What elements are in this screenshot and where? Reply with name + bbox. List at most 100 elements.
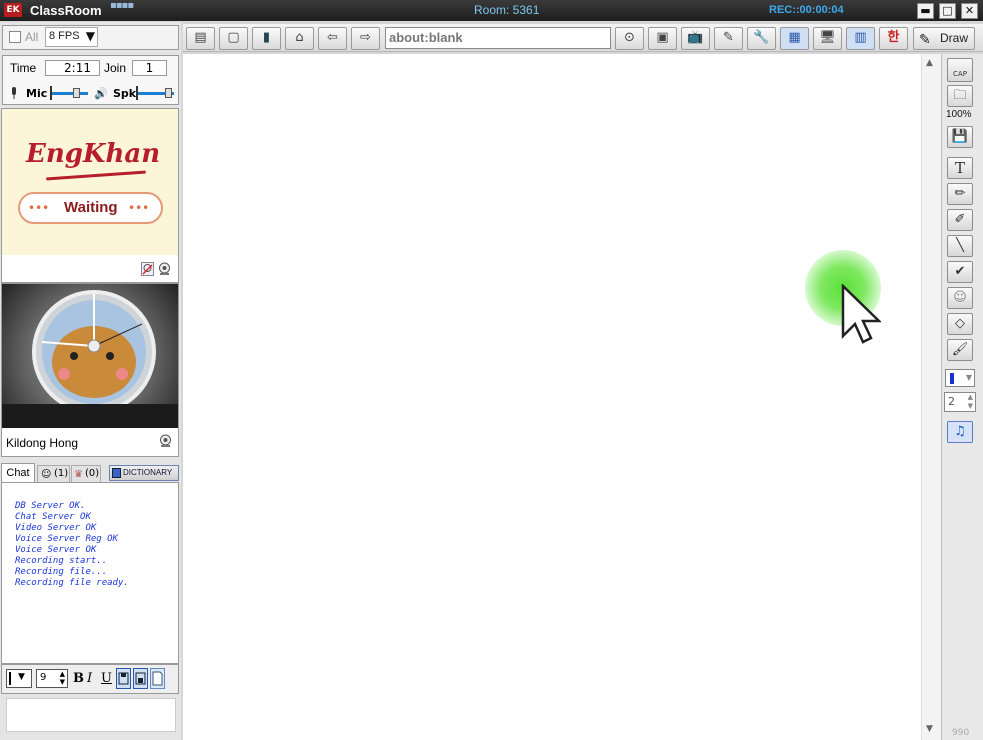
line-icon: ╲ [956,238,964,253]
tab-users[interactable]: ☺ (1) [37,465,70,483]
fps-value: 8 FPS [49,30,80,42]
speaker-volume-slider[interactable] [136,86,174,100]
user-icon: ☺ [41,469,52,480]
print-button[interactable]: ▤ [186,27,215,50]
forward-button[interactable]: ⇨ [351,27,380,50]
dictionary-button[interactable]: DICTIONARY [109,465,179,481]
whiteboard[interactable] [183,54,921,740]
color-picker[interactable]: ▼ [945,369,975,387]
home-button[interactable]: ⌂ [285,27,314,50]
app-logo-icon: EK [4,3,22,17]
vertical-scrollbar[interactable]: ▲ ▼ [921,54,941,740]
join-value: 1 [132,60,167,76]
close-button[interactable]: ✕ [961,3,978,19]
media-tools-icon: ✎ [723,30,734,45]
tab-chat[interactable]: Chat [1,463,35,483]
font-size-stepper[interactable]: 9 ▲ ▼ [36,669,68,688]
spk-label: Spk [113,87,137,100]
tv-icon: 📺 [687,30,704,45]
stamp-tool-button[interactable]: ☺ [947,287,973,309]
italic-button[interactable]: I [87,671,92,686]
chat-line: Voice Server OK [15,545,97,555]
screen-share-icon: ▥ [854,30,867,45]
title-bar: EK ClassRoom ▪▪▪▪ Room: 5361 REC::00:00:… [0,0,983,21]
save-board-button[interactable]: 💾 [947,126,973,148]
line-width-stepper[interactable]: 2 ▲ ▼ [944,392,976,412]
music-button[interactable]: ♫ [947,421,973,443]
maximize-button[interactable]: □ [939,3,956,19]
eraser-tool-button[interactable]: ◇ [947,313,973,335]
tab-users-count: (1) [54,468,69,479]
minimize-button[interactable]: ▬ [917,3,934,19]
screen-share-button[interactable]: ▥ [846,27,875,50]
font-color-select[interactable]: ▼ [6,669,32,688]
scroll-up-icon[interactable]: ▲ [926,58,933,68]
chat-line: Voice Server Reg OK [15,534,118,544]
logo-swoosh [46,170,146,181]
layout-button[interactable]: ▦ [780,27,809,50]
webcam-icon[interactable] [158,262,171,276]
color-picker-icon [950,373,954,384]
dictionary-label: DICTIONARY [123,468,173,477]
title-menu-dots-icon[interactable]: ▪▪▪▪ [110,0,134,11]
chevron-down-icon: ▼ [965,373,972,382]
chat-line: Recording file... [15,567,108,577]
color-swatch [9,672,11,685]
print-icon: ▤ [194,30,207,45]
waiting-dots-right: ••• [128,201,150,215]
fullscreen-button[interactable]: ▢ [219,27,248,50]
document-icon: ▣ [656,30,669,45]
chevron-down-icon: ▼ [85,29,95,43]
scroll-down-icon[interactable]: ▼ [926,724,933,734]
save-icon: 💾 [951,129,969,144]
monitor-button[interactable]: 🖥 [813,27,842,50]
brush-tool-button[interactable]: 🖌 [947,339,973,361]
tv-button[interactable]: 📺 [681,27,710,50]
mic-icon [10,87,18,100]
draw-label: Draw [940,31,969,45]
go-button[interactable]: ⊙ [615,27,644,50]
media-settings-button[interactable]: ✎ [714,27,743,50]
url-input[interactable]: about:blank [385,27,611,49]
pen-tool-button[interactable]: ✏ [947,183,973,205]
check-tool-button[interactable]: ✔ [947,261,973,283]
fps-select[interactable]: 8 FPS ▼ [45,27,98,47]
line-tool-button[interactable]: ╲ [947,235,973,257]
time-value: 2:11 [45,60,100,76]
document-share-button[interactable]: ▣ [648,27,677,50]
settings-button[interactable]: 🔧 [747,27,776,50]
save-chat-icon[interactable] [116,668,131,689]
check-icon: ✔ [954,264,966,279]
webcam-off-icon[interactable] [141,262,154,276]
draw-icon: ✎ [919,31,931,47]
eraser-icon: ◇ [955,316,965,331]
join-label: Join [104,61,127,75]
print-chat-icon[interactable] [133,668,148,689]
new-document-icon[interactable] [150,668,165,689]
tab-speakers[interactable]: ♛ (0) [71,465,101,483]
open-folder-button[interactable]: 🗀 [947,85,973,107]
highlighter-tool-button[interactable]: ✐ [947,209,973,231]
waiting-badge: ••• Waiting ••• [18,192,163,224]
korean-input-button[interactable]: 한 [879,27,908,50]
chat-input[interactable] [6,698,176,732]
wrench-icon: 🔧 [753,30,770,45]
monitor-icon: 🖥 [819,30,836,45]
back-button[interactable]: ⇦ [318,27,347,50]
layout-icon: ▦ [788,30,801,45]
capture-label: CAP [953,70,967,78]
book-icon: ▮ [262,30,271,45]
bold-button[interactable]: B [73,671,84,686]
chat-line: Chat Server OK [15,512,91,522]
bookmark-button[interactable]: ▮ [252,27,281,50]
text-tool-button[interactable]: T [947,157,973,179]
teacher-video: EngKhan ••• Waiting ••• [2,109,178,255]
chevron-down-icon: ▼ [18,672,25,682]
capture-button[interactable]: CAP [947,58,973,82]
mic-volume-slider[interactable] [50,86,88,100]
draw-button[interactable]: ✎ Draw [913,27,975,50]
mic-label: Mic [26,87,48,100]
student-webcam-icon[interactable] [159,434,172,448]
all-checkbox[interactable] [9,31,21,43]
underline-button[interactable]: U [101,671,112,686]
